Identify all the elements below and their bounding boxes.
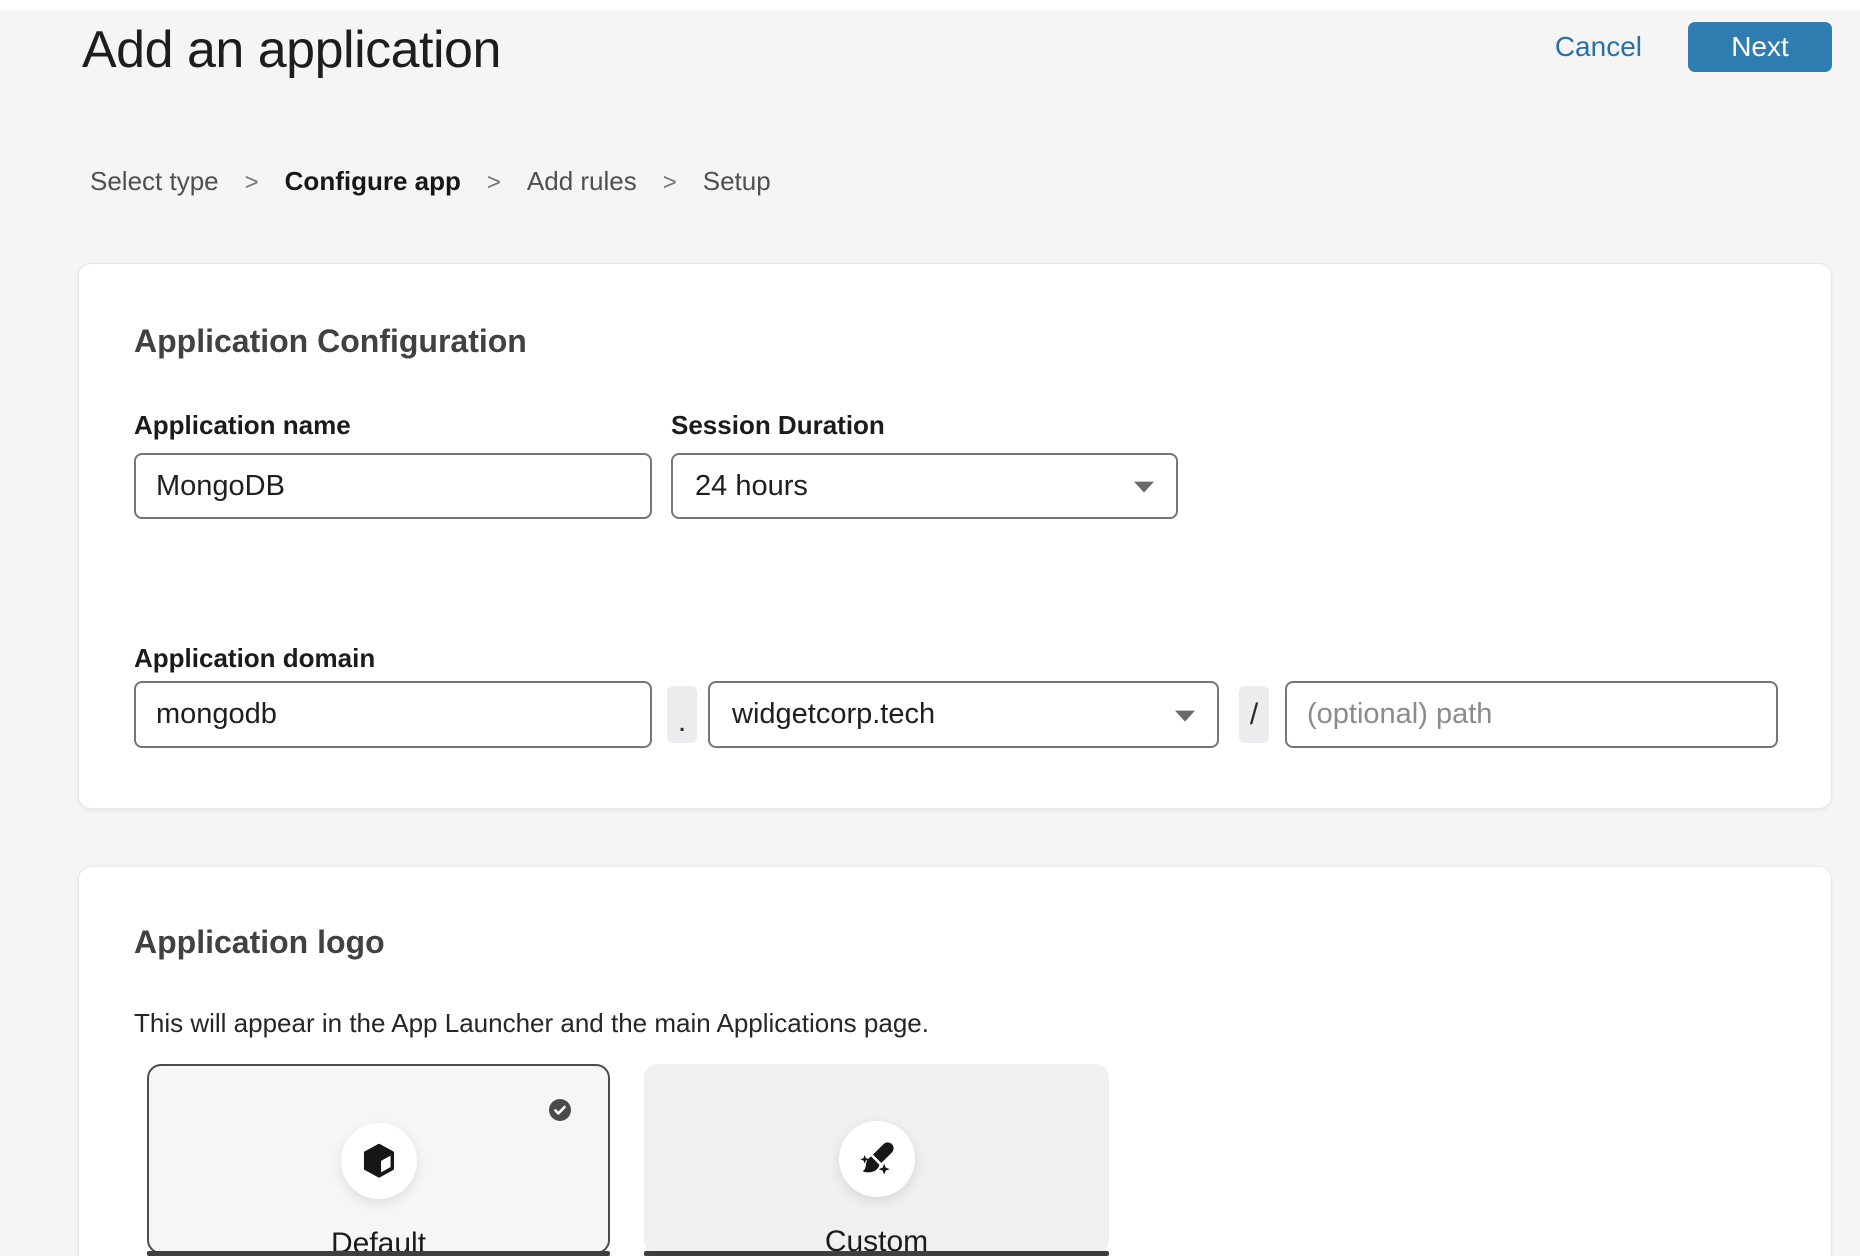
breadcrumb-separator-icon: > (245, 169, 259, 197)
chevron-down-icon (1134, 482, 1154, 493)
header-actions: Cancel Next (1555, 22, 1832, 72)
breadcrumb-step-setup[interactable]: Setup (703, 166, 771, 197)
domain-select-value: widgetcorp.tech (732, 698, 935, 731)
logo-description: This will appear in the App Launcher and… (134, 1006, 929, 1040)
paintbrush-sparkles-icon (839, 1121, 915, 1197)
application-logo-card: Application logo This will appear in the… (78, 866, 1832, 1256)
domain-select[interactable]: widgetcorp.tech (708, 681, 1219, 748)
domain-slash-separator: / (1239, 686, 1269, 743)
check-icon (549, 1099, 571, 1121)
subdomain-input[interactable] (134, 681, 652, 748)
add-application-page: Add an application Cancel Next Select ty… (0, 0, 1860, 1256)
top-strip (0, 0, 1860, 10)
cube-icon (341, 1123, 417, 1199)
session-duration-label: Session Duration (671, 409, 885, 441)
page-title: Add an application (82, 20, 501, 80)
tile-bottom-edge (644, 1251, 1109, 1256)
breadcrumb-step-select-type[interactable]: Select type (90, 166, 219, 197)
logo-option-custom[interactable]: Custom (644, 1064, 1109, 1254)
application-domain-label: Application domain (134, 642, 375, 674)
chevron-down-icon (1175, 710, 1195, 721)
logo-option-default[interactable]: Default (147, 1064, 610, 1254)
tile-bottom-edge (147, 1251, 610, 1256)
application-configuration-card: Application Configuration Application na… (78, 263, 1832, 809)
breadcrumb-separator-icon: > (663, 169, 677, 197)
breadcrumb-step-configure-app[interactable]: Configure app (285, 166, 461, 197)
breadcrumb: Select type > Configure app > Add rules … (90, 166, 771, 197)
path-input[interactable] (1285, 681, 1778, 748)
breadcrumb-separator-icon: > (487, 169, 501, 197)
domain-dot-separator: . (667, 686, 697, 743)
logo-heading: Application logo (134, 922, 385, 962)
configuration-heading: Application Configuration (134, 321, 527, 361)
next-button[interactable]: Next (1688, 22, 1832, 72)
session-duration-value: 24 hours (695, 470, 808, 503)
breadcrumb-step-add-rules[interactable]: Add rules (527, 166, 637, 197)
cancel-button[interactable]: Cancel (1555, 31, 1642, 63)
session-duration-select[interactable]: 24 hours (671, 453, 1178, 519)
application-name-input[interactable] (134, 453, 652, 519)
application-name-label: Application name (134, 409, 351, 441)
